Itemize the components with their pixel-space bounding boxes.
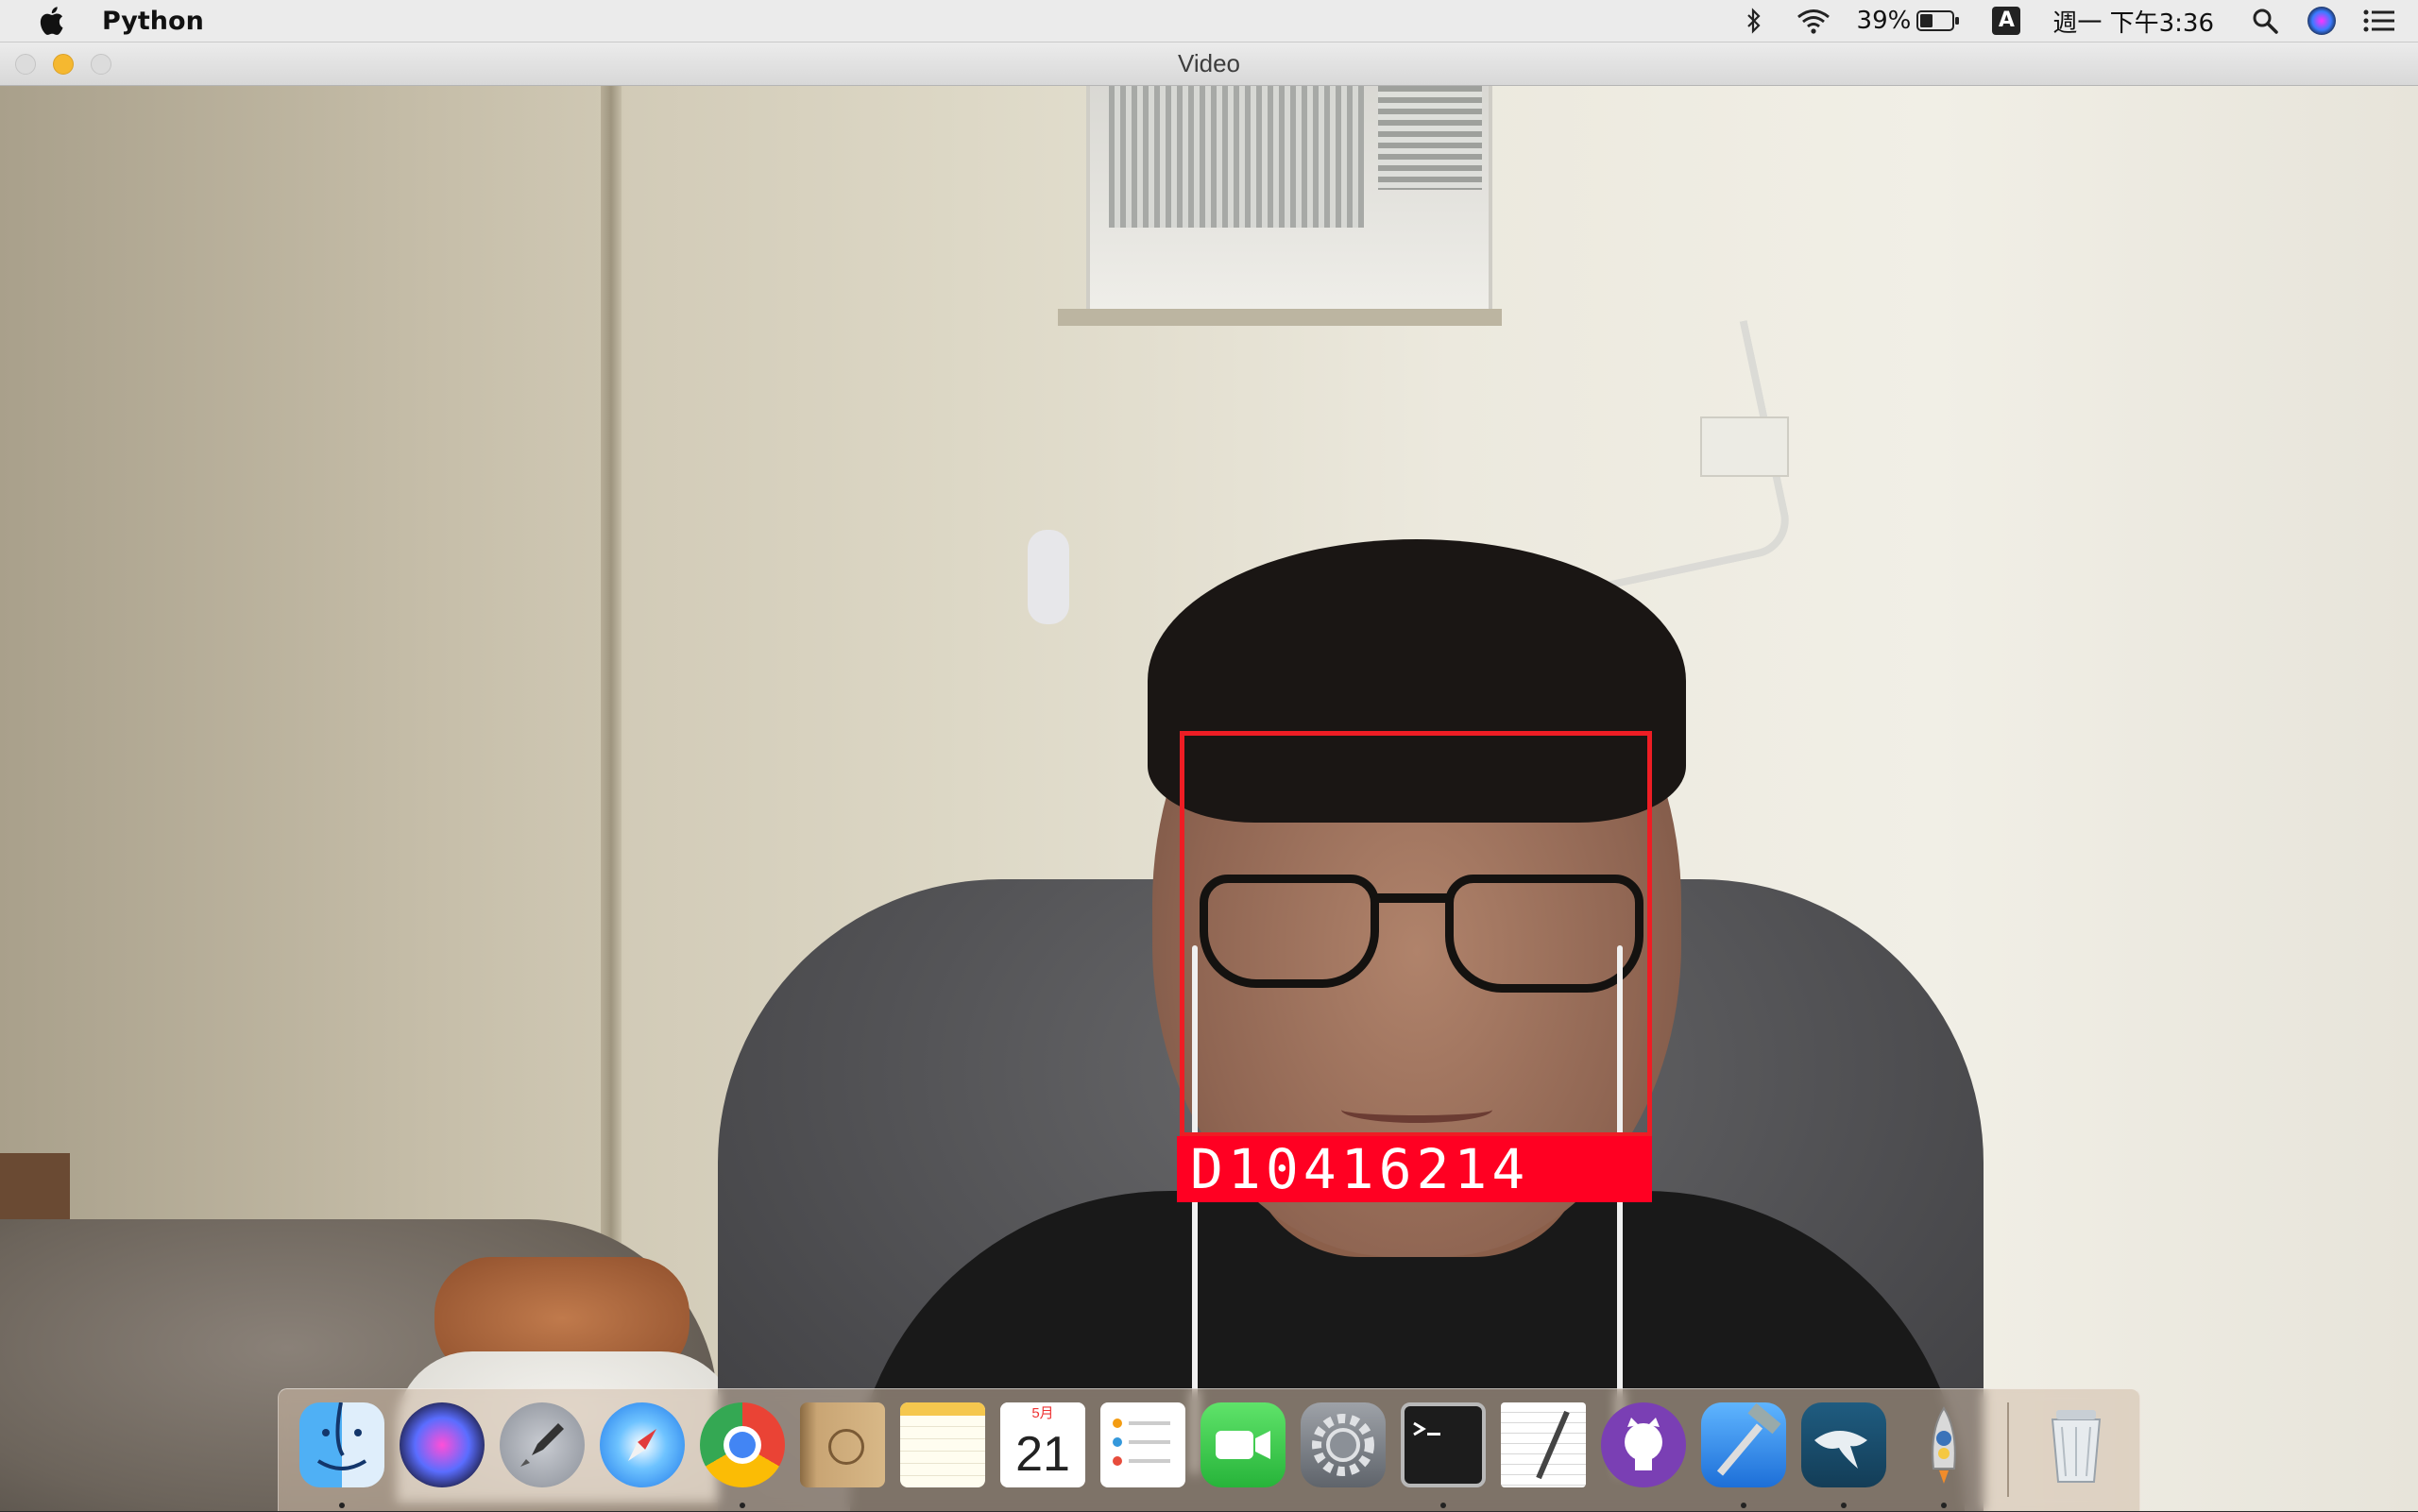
menubar-clock[interactable]: 週一 下午3:36 — [2052, 4, 2214, 39]
dock-item-calendar[interactable]: 5月 21 — [993, 1389, 1093, 1512]
battery-percent[interactable]: 39% — [1857, 7, 1912, 35]
rocket-icon — [500, 1402, 585, 1487]
video-camera-icon — [1200, 1402, 1286, 1487]
trash-icon — [2034, 1402, 2119, 1487]
hammer-icon — [1701, 1402, 1786, 1487]
dock-item-notes[interactable] — [893, 1389, 993, 1512]
github-icon — [1601, 1402, 1686, 1487]
reminders-icon — [1100, 1402, 1185, 1487]
siri-icon[interactable] — [2307, 6, 2337, 36]
calendar-day: 21 — [1015, 1427, 1070, 1482]
dock-separator — [2007, 1402, 2009, 1497]
video-window: Video D10416214 — [0, 42, 2418, 1511]
app-menu-name[interactable]: Python — [102, 7, 204, 36]
dock-item-mysql-workbench[interactable] — [1794, 1389, 1894, 1512]
menu-bar: Python 39% A 週一 下午3:36 — [0, 0, 2418, 42]
apple-logo-icon[interactable] — [38, 5, 64, 37]
dock-item-facetime[interactable] — [1193, 1389, 1293, 1512]
scene-wall-hook — [1028, 530, 1069, 624]
status-menus: 39% A 週一 下午3:36 — [1745, 0, 2418, 42]
dock-item-reminders[interactable] — [1093, 1389, 1193, 1512]
dock-item-finder[interactable] — [292, 1389, 392, 1512]
calendar-month: 5月 — [1000, 1402, 1085, 1423]
document-pen-icon — [1501, 1402, 1586, 1487]
dock-item-safari[interactable] — [592, 1389, 692, 1512]
scene-wall-corner — [601, 86, 622, 1314]
window-titlebar[interactable]: Video — [0, 42, 2418, 86]
dock-item-xcode[interactable] — [1694, 1389, 1794, 1512]
dock-item-terminal[interactable] — [1393, 1389, 1493, 1512]
finder-icon — [299, 1402, 384, 1487]
dolphin-icon — [1801, 1402, 1886, 1487]
notification-center-icon[interactable] — [2363, 8, 2395, 33]
contacts-book-icon — [800, 1402, 885, 1487]
scene-wall-outlet — [1700, 416, 1789, 477]
video-frame: D10416214 — [0, 86, 2418, 1511]
compass-icon — [600, 1402, 685, 1487]
gear-icon — [1301, 1402, 1386, 1487]
dock-item-siri[interactable] — [392, 1389, 492, 1512]
python-rocket-icon — [1901, 1402, 1986, 1487]
input-source-indicator[interactable]: A — [1992, 7, 2021, 35]
scene-air-conditioner — [1086, 86, 1492, 313]
dock-item-textedit[interactable] — [1493, 1389, 1593, 1512]
face-detection-label: D10416214 — [1177, 1136, 1652, 1202]
dock-item-system-preferences[interactable] — [1293, 1389, 1393, 1512]
dock-item-chrome[interactable] — [692, 1389, 792, 1512]
notes-icon — [900, 1402, 985, 1487]
dock-item-python-launcher[interactable] — [1894, 1389, 1994, 1512]
dock-item-trash[interactable] — [2026, 1389, 2126, 1512]
terminal-icon — [1401, 1402, 1486, 1487]
battery-icon[interactable] — [1916, 9, 1960, 32]
spotlight-search-icon[interactable] — [2252, 8, 2278, 34]
dock-item-contacts[interactable] — [792, 1389, 893, 1512]
wifi-icon[interactable] — [1795, 8, 1832, 34]
dock-item-launchpad[interactable] — [492, 1389, 592, 1512]
dock-item-github-desktop[interactable] — [1593, 1389, 1694, 1512]
chrome-icon — [700, 1402, 785, 1487]
scene-window-sill — [1058, 309, 1502, 326]
calendar-icon: 5月 21 — [1000, 1402, 1085, 1487]
bluetooth-icon[interactable] — [1745, 8, 1762, 34]
dock: 5月 21 — [278, 1388, 2140, 1511]
siri-icon — [400, 1402, 485, 1487]
window-title: Video — [1177, 49, 1241, 77]
face-detection-box — [1180, 731, 1652, 1137]
